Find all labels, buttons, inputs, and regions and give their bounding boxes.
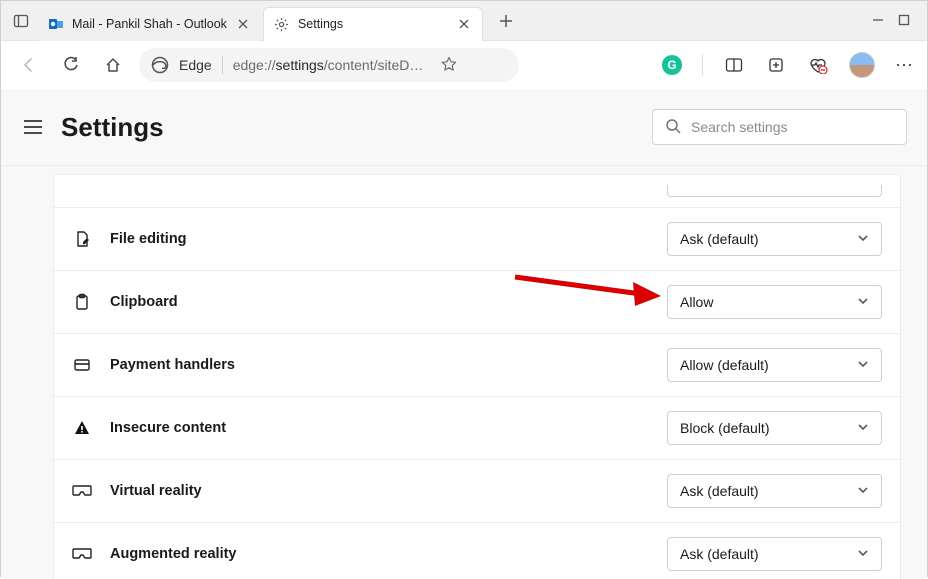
permission-select[interactable]: Block (default): [667, 411, 882, 445]
permission-select[interactable]: Ask (default): [667, 537, 882, 571]
minimize-button[interactable]: [871, 13, 885, 29]
chevron-down-icon: [857, 231, 869, 247]
select-value: Ask (default): [680, 231, 759, 247]
toolbar: Edge edge://settings/content/siteD… G ⋯: [1, 41, 927, 89]
permission-select[interactable]: Ask (default): [667, 222, 882, 256]
settings-header: Settings: [1, 89, 927, 166]
tab-actions-button[interactable]: [5, 5, 37, 37]
permission-select[interactable]: Allow: [667, 285, 882, 319]
chevron-down-icon: [857, 483, 869, 499]
list-row: Insecure content Block (default): [54, 396, 900, 459]
list-row: Clipboard Allow: [54, 270, 900, 333]
vr-headset-icon: [72, 481, 92, 501]
search-input[interactable]: [691, 119, 894, 135]
tab-settings[interactable]: Settings: [263, 7, 483, 41]
warning-icon: [72, 418, 92, 438]
split-screen-icon[interactable]: [723, 54, 745, 76]
menu-button[interactable]: [19, 113, 47, 141]
permission-select[interactable]: Allow (default): [667, 348, 882, 382]
favorite-icon[interactable]: [441, 56, 457, 75]
divider: [222, 56, 223, 74]
tab-title: Mail - Pankil Shah - Outlook: [72, 17, 227, 31]
list-row: File editing Ask (default): [54, 207, 900, 270]
select-value: Ask (default): [680, 546, 759, 562]
gear-icon: [274, 16, 290, 32]
row-label: Augmented reality: [110, 546, 649, 562]
toolbar-right: G ⋯: [662, 52, 915, 78]
chevron-down-icon: [857, 546, 869, 562]
close-icon[interactable]: [456, 16, 472, 32]
maximize-button[interactable]: [897, 13, 911, 29]
credit-card-icon: [72, 355, 92, 375]
select-value: Allow: [680, 294, 713, 310]
select-value: Block (default): [680, 420, 769, 436]
row-label: Insecure content: [110, 420, 649, 436]
select-value: Ask (default): [680, 483, 759, 499]
permission-select[interactable]: Ask (default): [667, 474, 882, 508]
list-row: Augmented reality Ask (default): [54, 522, 900, 579]
permissions-list: File editing Ask (default) Clipboard All…: [53, 174, 901, 579]
edge-logo-icon: [151, 56, 169, 74]
row-label: Virtual reality: [110, 483, 649, 499]
grammarly-icon[interactable]: G: [662, 55, 682, 75]
profile-avatar[interactable]: [849, 52, 875, 78]
window-controls: [871, 13, 923, 29]
chevron-down-icon: [857, 294, 869, 310]
vr-headset-icon: [72, 544, 92, 564]
document-edit-icon: [72, 229, 92, 249]
row-label: Clipboard: [110, 294, 649, 310]
list-row: Virtual reality Ask (default): [54, 459, 900, 522]
clipboard-icon: [72, 292, 92, 312]
home-button[interactable]: [97, 49, 129, 81]
collections-icon[interactable]: [765, 54, 787, 76]
outlook-icon: [48, 16, 64, 32]
health-icon[interactable]: [807, 54, 829, 76]
divider: [702, 54, 703, 76]
settings-body: File editing Ask (default) Clipboard All…: [1, 166, 927, 579]
address-bar[interactable]: Edge edge://settings/content/siteD…: [139, 48, 519, 82]
titlebar: Mail - Pankil Shah - Outlook Settings: [1, 1, 927, 41]
row-label: Payment handlers: [110, 357, 649, 373]
select-partial[interactable]: [667, 185, 882, 197]
new-tab-button[interactable]: [490, 5, 522, 37]
page-title: Settings: [61, 112, 164, 143]
tab-outlook[interactable]: Mail - Pankil Shah - Outlook: [38, 7, 261, 41]
list-row: Payment handlers Allow (default): [54, 333, 900, 396]
more-menu-button[interactable]: ⋯: [895, 55, 915, 76]
select-value: Allow (default): [680, 357, 769, 373]
tab-title: Settings: [298, 17, 448, 31]
list-row-partial: [54, 175, 900, 207]
chevron-down-icon: [857, 357, 869, 373]
back-button[interactable]: [13, 49, 45, 81]
chevron-down-icon: [857, 420, 869, 436]
search-icon: [665, 118, 681, 137]
refresh-button[interactable]: [55, 49, 87, 81]
row-label: File editing: [110, 231, 649, 247]
close-icon[interactable]: [235, 16, 251, 32]
search-box[interactable]: [652, 109, 907, 145]
address-protocol-label: Edge: [179, 57, 212, 73]
url-text: edge://settings/content/siteD…: [233, 57, 424, 73]
